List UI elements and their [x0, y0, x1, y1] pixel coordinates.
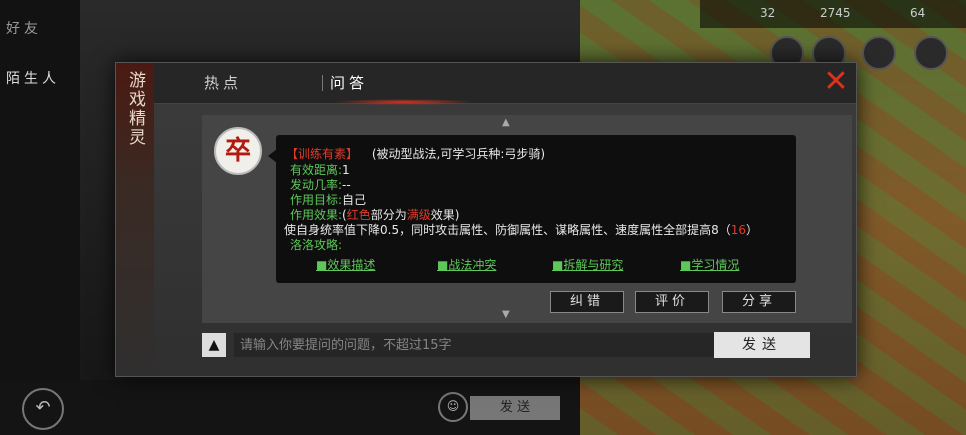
- tab-qa[interactable]: 问答: [330, 72, 368, 93]
- send-button[interactable]: 发送: [714, 332, 810, 358]
- resource-value: 64: [910, 6, 926, 20]
- tab-friends[interactable]: 好友: [6, 18, 42, 38]
- back-icon[interactable]: ↶: [22, 388, 64, 430]
- link-analysis-research[interactable]: ■拆解与研究: [552, 256, 623, 273]
- target-value: 自己: [342, 193, 367, 207]
- effect-close: 效果): [430, 208, 460, 222]
- effect-text: 使自身统率值下降0.5，同时攻击属性、防御属性、谋略属性、速度属性全部提高8（: [284, 223, 731, 237]
- link-learning-status[interactable]: ■学习情况: [680, 256, 739, 273]
- side-title-bar: 游戏精灵: [116, 63, 154, 376]
- resource-value: 32: [760, 6, 776, 20]
- tab-strangers[interactable]: 陌生人: [6, 68, 60, 88]
- chat-send-button[interactable]: 发 送: [470, 396, 560, 420]
- range-value: 1: [342, 163, 350, 177]
- tab-bar: 热点 问答: [154, 63, 856, 105]
- effect-value: 16: [730, 223, 747, 237]
- emoji-icon[interactable]: ☺: [438, 392, 468, 422]
- range-label: 有效距离:: [290, 163, 343, 177]
- location-icon[interactable]: [914, 36, 948, 70]
- rate-button[interactable]: 评价: [635, 291, 709, 313]
- link-effect-description[interactable]: ■效果描述: [316, 256, 375, 273]
- close-icon[interactable]: ✕: [822, 67, 850, 97]
- effect-end: ）: [746, 223, 759, 237]
- strategy-label: 洛洛攻略:: [290, 238, 343, 252]
- scroll-up-icon[interactable]: ▲: [502, 117, 510, 128]
- tab-divider: [322, 75, 323, 91]
- skill-name: 【训练有素】: [286, 147, 359, 161]
- link-skill-conflict[interactable]: ■战法冲突: [437, 256, 496, 273]
- effect-red-note: 红色: [346, 208, 371, 222]
- friend-list-sidebar: 好友 陌生人: [0, 0, 80, 435]
- side-title: 游戏精灵: [125, 71, 145, 147]
- game-assistant-dialog: 游戏精灵 热点 问答 ✕ ▲ ▼ 卒 【训练有素】 (被动型战法,可学习兵种:弓…: [115, 62, 857, 377]
- target-label: 作用目标:: [290, 193, 343, 207]
- scroll-down-icon[interactable]: ▼: [502, 309, 510, 320]
- rate-value: --: [342, 178, 351, 192]
- expand-up-icon[interactable]: ▲: [202, 333, 226, 357]
- tab-hot[interactable]: 热点: [204, 72, 242, 93]
- share-button[interactable]: 分享: [722, 291, 796, 313]
- effect-mid: 部分为: [370, 208, 407, 222]
- map-button[interactable]: [862, 36, 896, 70]
- active-tab-indicator: [334, 99, 474, 105]
- resource-bar: 32 2745 64: [700, 0, 966, 28]
- effect-label: 作用效果:: [290, 208, 343, 222]
- effect-full-note: 满级: [406, 208, 431, 222]
- correct-button[interactable]: 纠错: [550, 291, 624, 313]
- resource-value: 2745: [820, 6, 851, 20]
- avatar: 卒: [214, 127, 262, 175]
- rate-label: 发动几率:: [290, 178, 343, 192]
- question-input[interactable]: [234, 333, 714, 357]
- skill-desc: (被动型战法,可学习兵种:弓步骑): [371, 147, 546, 161]
